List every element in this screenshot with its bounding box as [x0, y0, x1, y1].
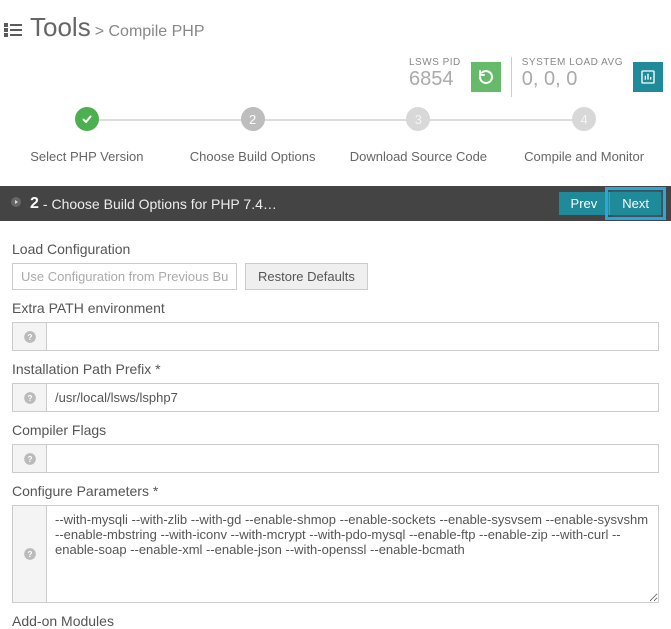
page-header: Tools > Compile PHP — [0, 0, 671, 51]
step-2-label: Choose Build Options — [170, 149, 336, 164]
configure-params-label: Configure Parameters * — [12, 483, 659, 499]
step-3-label: Download Source Code — [336, 149, 502, 164]
svg-text:?: ? — [27, 550, 32, 559]
panel-step-num: 2 — [30, 195, 39, 213]
install-prefix-label: Installation Path Prefix * — [12, 361, 659, 377]
prev-button[interactable]: Prev — [559, 192, 611, 215]
breadcrumb: > Compile PHP — [95, 23, 205, 41]
breadcrumb-page: Compile PHP — [109, 23, 205, 40]
pid-value: 6854 — [409, 68, 461, 91]
wizard-steps: Select PHP Version 2 Choose Build Option… — [0, 107, 671, 164]
step-4-circle: 4 — [572, 107, 596, 131]
panel-nav: Prev Next — [559, 192, 661, 215]
svg-text:?: ? — [27, 332, 32, 341]
configure-params-textarea[interactable] — [46, 505, 659, 603]
extra-path-input[interactable] — [46, 322, 659, 351]
step-2[interactable]: 2 Choose Build Options — [170, 107, 336, 164]
page-title: Tools — [30, 12, 91, 43]
refresh-icon — [478, 69, 494, 85]
addon-modules-label: Add-on Modules — [12, 613, 659, 629]
compiler-flags-help[interactable]: ? — [12, 444, 46, 473]
load-config-input[interactable] — [12, 263, 237, 290]
help-icon: ? — [23, 547, 37, 561]
install-prefix-input[interactable] — [46, 383, 659, 412]
configure-params-help[interactable]: ? — [12, 505, 46, 603]
extra-path-label: Extra PATH environment — [12, 300, 659, 316]
panel-title: - Choose Build Options for PHP 7.4… — [43, 196, 277, 212]
pid-block: LSWS PID 6854 — [399, 57, 461, 97]
step-1[interactable]: Select PHP Version — [4, 107, 170, 164]
form-area: Load Configuration Restore Defaults Extr… — [0, 221, 671, 629]
svg-text:?: ? — [27, 454, 32, 463]
help-icon: ? — [23, 391, 37, 405]
load-block: SYSTEM LOAD AVG 0, 0, 0 — [511, 57, 623, 97]
step-4-label: Compile and Monitor — [501, 149, 667, 164]
restore-defaults-button[interactable]: Restore Defaults — [245, 263, 368, 290]
step-3-circle: 3 — [406, 107, 430, 131]
caret-icon[interactable] — [10, 196, 22, 211]
pid-label: LSWS PID — [409, 57, 461, 68]
step-3[interactable]: 3 Download Source Code — [336, 107, 502, 164]
check-icon — [81, 113, 93, 125]
step-4[interactable]: 4 Compile and Monitor — [501, 107, 667, 164]
compiler-flags-input[interactable] — [46, 444, 659, 473]
load-label: SYSTEM LOAD AVG — [522, 57, 623, 68]
chart-icon — [640, 69, 656, 85]
svg-text:?: ? — [27, 393, 32, 402]
refresh-button[interactable] — [471, 62, 501, 92]
next-button[interactable]: Next — [610, 192, 661, 215]
help-icon: ? — [23, 330, 37, 344]
load-config-label: Load Configuration — [12, 241, 659, 257]
step-2-circle: 2 — [241, 107, 265, 131]
load-value: 0, 0, 0 — [522, 68, 623, 91]
status-bar: LSWS PID 6854 SYSTEM LOAD AVG 0, 0, 0 — [0, 51, 671, 97]
step-1-circle — [75, 107, 99, 131]
help-icon: ? — [23, 452, 37, 466]
install-prefix-help[interactable]: ? — [12, 383, 46, 412]
list-icon — [4, 23, 22, 37]
chart-button[interactable] — [633, 62, 663, 92]
extra-path-help[interactable]: ? — [12, 322, 46, 351]
step-1-label: Select PHP Version — [4, 149, 170, 164]
breadcrumb-sep: > — [95, 23, 109, 40]
panel-header: 2 - Choose Build Options for PHP 7.4… Pr… — [0, 186, 671, 221]
compiler-flags-label: Compiler Flags — [12, 422, 659, 438]
